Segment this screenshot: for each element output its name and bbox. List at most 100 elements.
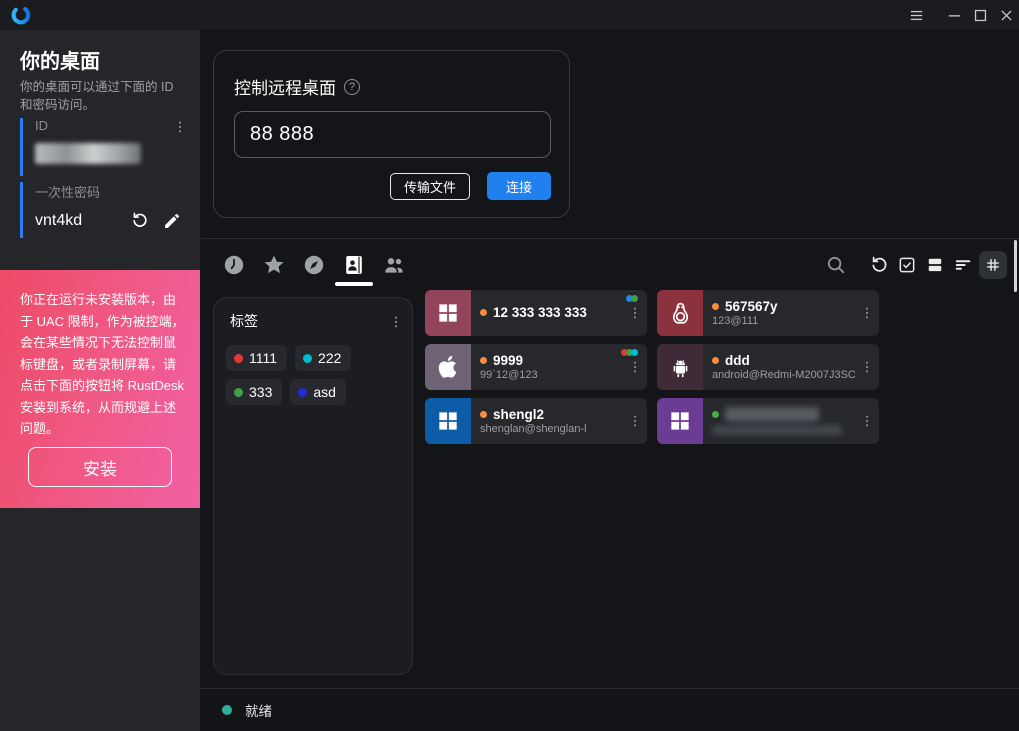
card-view-icon[interactable] bbox=[923, 253, 947, 277]
sort-list-icon[interactable] bbox=[951, 253, 975, 277]
grid-view-icon[interactable] bbox=[979, 251, 1007, 279]
status-bar: 就绪 bbox=[200, 688, 1019, 731]
kebab-menu-icon[interactable] bbox=[627, 410, 643, 432]
connect-button[interactable]: 连接 bbox=[487, 172, 551, 200]
linux-penguin-icon bbox=[657, 290, 703, 336]
tab-discovered[interactable] bbox=[302, 253, 326, 277]
peer-grid: 12 333 333 333 bbox=[425, 290, 879, 444]
password-section: 一次性密码 vnt4kd bbox=[20, 182, 182, 238]
status-dot bbox=[712, 303, 719, 310]
refresh-password-icon[interactable] bbox=[129, 210, 151, 232]
status-dot bbox=[712, 411, 719, 418]
tag-chip[interactable]: 333 bbox=[226, 379, 282, 405]
tag-label: 1111 bbox=[249, 350, 277, 366]
menu-icon[interactable] bbox=[903, 0, 929, 30]
remote-id-input[interactable] bbox=[234, 111, 551, 158]
peer-tabs bbox=[222, 248, 406, 282]
id-label: ID bbox=[35, 118, 182, 133]
status-dot bbox=[712, 357, 719, 364]
status-text: 就绪 bbox=[245, 700, 272, 720]
tag-chip[interactable]: asd bbox=[290, 379, 346, 405]
peer-card[interactable]: 9999 99`12@123 bbox=[425, 344, 647, 390]
id-value-redacted bbox=[35, 143, 141, 164]
tag-color-dot bbox=[234, 388, 243, 397]
status-ready-dot bbox=[222, 705, 232, 715]
tags-title: 标签 bbox=[230, 311, 258, 331]
peer-tag-dots bbox=[628, 295, 638, 302]
tab-address-book[interactable] bbox=[342, 253, 366, 277]
maximize-button[interactable] bbox=[967, 0, 993, 30]
scrollbar-thumb[interactable] bbox=[1014, 240, 1017, 292]
tab-favorites[interactable] bbox=[262, 253, 286, 277]
search-icon[interactable] bbox=[824, 253, 848, 277]
tab-recent-sessions[interactable] bbox=[222, 253, 246, 277]
peer-toolbar bbox=[824, 248, 1007, 282]
peer-name-redacted bbox=[725, 407, 819, 422]
windows-logo-icon bbox=[425, 290, 471, 336]
install-warning-panel: 你正在运行未安装版本，由于 UAC 限制，作为被控端，会在某些情况下无法控制鼠标… bbox=[0, 270, 200, 508]
tags-menu-kebab-icon[interactable] bbox=[388, 311, 404, 333]
peer-name: 567567y bbox=[725, 299, 778, 314]
install-button[interactable]: 安装 bbox=[28, 447, 172, 487]
peer-subtitle: shenglan@shenglan-l bbox=[480, 423, 587, 435]
peer-card[interactable]: shengl2 shenglan@shenglan-l bbox=[425, 398, 647, 444]
tag-label: asd bbox=[313, 384, 336, 400]
status-dot bbox=[480, 411, 487, 418]
connect-title: 控制远程桌面 bbox=[234, 74, 336, 99]
tag-chip[interactable]: 1111 bbox=[226, 345, 287, 371]
tags-panel: 标签 1111 222 333 asd bbox=[213, 297, 413, 675]
tag-chip[interactable]: 222 bbox=[295, 345, 351, 371]
minimize-button[interactable] bbox=[941, 0, 967, 30]
titlebar bbox=[0, 0, 1019, 30]
peer-subtitle: 99`12@123 bbox=[480, 369, 538, 381]
main-panel: 控制远程桌面 ? 传输文件 连接 bbox=[200, 30, 1019, 731]
tag-color-dot bbox=[234, 354, 243, 363]
select-checkbox-icon[interactable] bbox=[895, 253, 919, 277]
password-label: 一次性密码 bbox=[35, 182, 182, 201]
peer-card[interactable]: 567567y 123@111 bbox=[657, 290, 879, 336]
peer-name: ddd bbox=[725, 353, 750, 368]
kebab-menu-icon[interactable] bbox=[627, 302, 643, 324]
tab-groups[interactable] bbox=[382, 253, 406, 277]
transfer-file-button[interactable]: 传输文件 bbox=[390, 173, 470, 200]
status-dot bbox=[480, 309, 487, 316]
id-section: ID bbox=[20, 118, 182, 176]
peer-tag-dots bbox=[623, 349, 638, 356]
windows-logo-icon bbox=[657, 398, 703, 444]
sidebar-description: 你的桌面可以通过下面的 ID 和密码访问。 bbox=[20, 78, 186, 114]
active-tab-underline bbox=[335, 282, 373, 286]
sidebar-title: 你的桌面 bbox=[20, 45, 100, 74]
tag-color-dot bbox=[303, 354, 312, 363]
window-controls bbox=[903, 0, 1019, 30]
kebab-menu-icon[interactable] bbox=[859, 302, 875, 324]
android-robot-icon bbox=[657, 344, 703, 390]
tags-list: 1111 222 333 asd bbox=[214, 333, 412, 405]
kebab-menu-icon[interactable] bbox=[627, 356, 643, 378]
rustdesk-logo-icon bbox=[10, 4, 32, 26]
peer-subtitle: 123@111 bbox=[712, 315, 778, 327]
peer-card[interactable]: 12 333 333 333 bbox=[425, 290, 647, 336]
windows-logo-icon bbox=[425, 398, 471, 444]
sidebar: 你的桌面 你的桌面可以通过下面的 ID 和密码访问。 ID 一次性密码 vnt4… bbox=[0, 30, 200, 731]
id-menu-kebab-icon[interactable] bbox=[172, 116, 188, 138]
peer-subtitle-redacted bbox=[712, 425, 842, 435]
tag-label: 333 bbox=[249, 384, 272, 400]
status-dot bbox=[480, 357, 487, 364]
warning-text: 你正在运行未安装版本，由于 UAC 限制，作为被控端，会在某些情况下无法控制鼠标… bbox=[0, 270, 200, 440]
refresh-icon[interactable] bbox=[867, 253, 891, 277]
peer-card[interactable] bbox=[657, 398, 879, 444]
peer-name: 12 333 333 333 bbox=[493, 305, 587, 320]
close-button[interactable] bbox=[993, 0, 1019, 30]
kebab-menu-icon[interactable] bbox=[859, 410, 875, 432]
peer-name: 9999 bbox=[493, 353, 523, 368]
connection-card: 控制远程桌面 ? 传输文件 连接 bbox=[213, 50, 570, 218]
peer-card[interactable]: ddd android@Redmi-M2007J3SC bbox=[657, 344, 879, 390]
tag-label: 222 bbox=[318, 350, 341, 366]
edit-password-pencil-icon[interactable] bbox=[160, 210, 182, 232]
divider bbox=[201, 238, 1019, 239]
apple-logo-icon bbox=[425, 344, 471, 390]
password-value: vnt4kd bbox=[35, 212, 120, 230]
help-icon[interactable]: ? bbox=[344, 79, 360, 95]
peer-subtitle: android@Redmi-M2007J3SC bbox=[712, 369, 856, 381]
kebab-menu-icon[interactable] bbox=[859, 356, 875, 378]
